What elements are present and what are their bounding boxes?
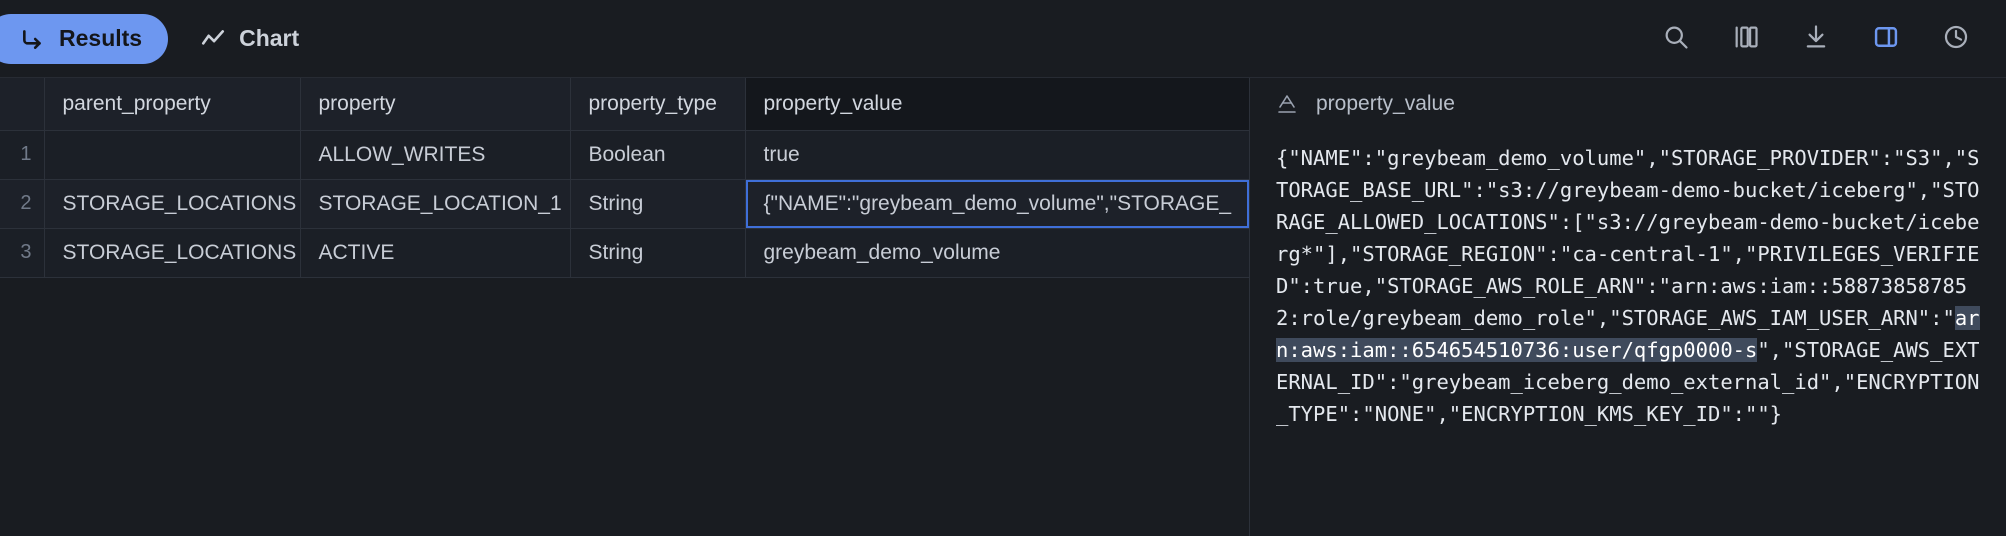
column-header-property-value[interactable]: property_value	[745, 78, 1249, 131]
detail-panel-header: property_value	[1250, 78, 2006, 130]
cell-parent-property[interactable]: STORAGE_LOCATIONS	[44, 179, 301, 229]
text-type-icon	[1276, 92, 1298, 116]
search-button[interactable]	[1654, 17, 1698, 61]
row-number: 1	[0, 130, 45, 180]
tab-chart[interactable]: Chart	[178, 14, 325, 64]
download-icon	[1802, 23, 1830, 56]
history-clock-icon	[1942, 23, 1970, 56]
results-table: parent_property property property_type p…	[0, 78, 1249, 278]
query-results-panel: Results Chart parent_property property p…	[0, 0, 2006, 536]
results-grid[interactable]: parent_property property property_type p…	[0, 78, 1249, 536]
table-row[interactable]: 3 STORAGE_LOCATIONS ACTIVE String greybe…	[0, 228, 1249, 278]
column-header-parent-property[interactable]: parent_property	[44, 78, 301, 131]
cell-detail-panel: property_value {"NAME":"greybeam_demo_vo…	[1249, 78, 2006, 536]
table-header: parent_property property property_type p…	[0, 78, 1249, 131]
tab-chart-label: Chart	[239, 25, 300, 51]
detail-value-part: {"NAME":"greybeam_demo_volume","STORAGE_…	[1276, 146, 1980, 330]
history-button[interactable]	[1934, 17, 1978, 61]
cell-property-type[interactable]: String	[570, 179, 746, 229]
tab-results-label: Results	[59, 25, 143, 51]
split-panel-icon	[1872, 23, 1900, 56]
row-number: 2	[0, 179, 45, 229]
results-toolbar: Results Chart	[0, 0, 2006, 78]
cell-parent-property[interactable]	[44, 130, 301, 180]
toolbar-actions	[1654, 0, 1978, 78]
cell-property-value[interactable]: greybeam_demo_volume	[745, 228, 1249, 278]
cell-property-type[interactable]: Boolean	[570, 130, 746, 180]
table-body: 1 ALLOW_WRITES Boolean true 2 STORAGE_LO…	[0, 130, 1249, 278]
cell-parent-property[interactable]: STORAGE_LOCATIONS	[44, 228, 301, 278]
table-row[interactable]: 1 ALLOW_WRITES Boolean true	[0, 130, 1249, 180]
cell-property[interactable]: ALLOW_WRITES	[300, 130, 571, 180]
results-body: parent_property property property_type p…	[0, 78, 2006, 536]
cell-property-value[interactable]: true	[745, 130, 1249, 180]
split-panel-button[interactable]	[1864, 17, 1908, 61]
detail-panel-value[interactable]: {"NAME":"greybeam_demo_volume","STORAGE_…	[1250, 130, 2006, 536]
grid-empty-area	[0, 277, 1249, 536]
cell-property-type[interactable]: String	[570, 228, 746, 278]
results-arrow-icon	[20, 26, 46, 52]
download-button[interactable]	[1794, 17, 1838, 61]
table-header-row: parent_property property property_type p…	[0, 78, 1249, 131]
cell-property[interactable]: STORAGE_LOCATION_1	[300, 179, 571, 229]
tab-results[interactable]: Results	[0, 13, 169, 64]
view-tabs: Results Chart	[0, 13, 325, 64]
cell-property-value-selected[interactable]: {"NAME":"greybeam_demo_volume","STORAGE_	[745, 179, 1249, 229]
row-number: 3	[0, 228, 45, 278]
detail-panel-title: property_value	[1316, 92, 1455, 115]
columns-button[interactable]	[1724, 17, 1768, 61]
columns-icon	[1732, 23, 1760, 56]
table-row[interactable]: 2 STORAGE_LOCATIONS STORAGE_LOCATION_1 S…	[0, 179, 1249, 229]
column-header-property-type[interactable]: property_type	[570, 78, 746, 131]
row-number-header	[0, 78, 45, 131]
cell-property[interactable]: ACTIVE	[300, 228, 571, 278]
chart-line-icon	[200, 26, 226, 52]
search-icon	[1662, 23, 1690, 56]
column-header-property[interactable]: property	[300, 78, 571, 131]
